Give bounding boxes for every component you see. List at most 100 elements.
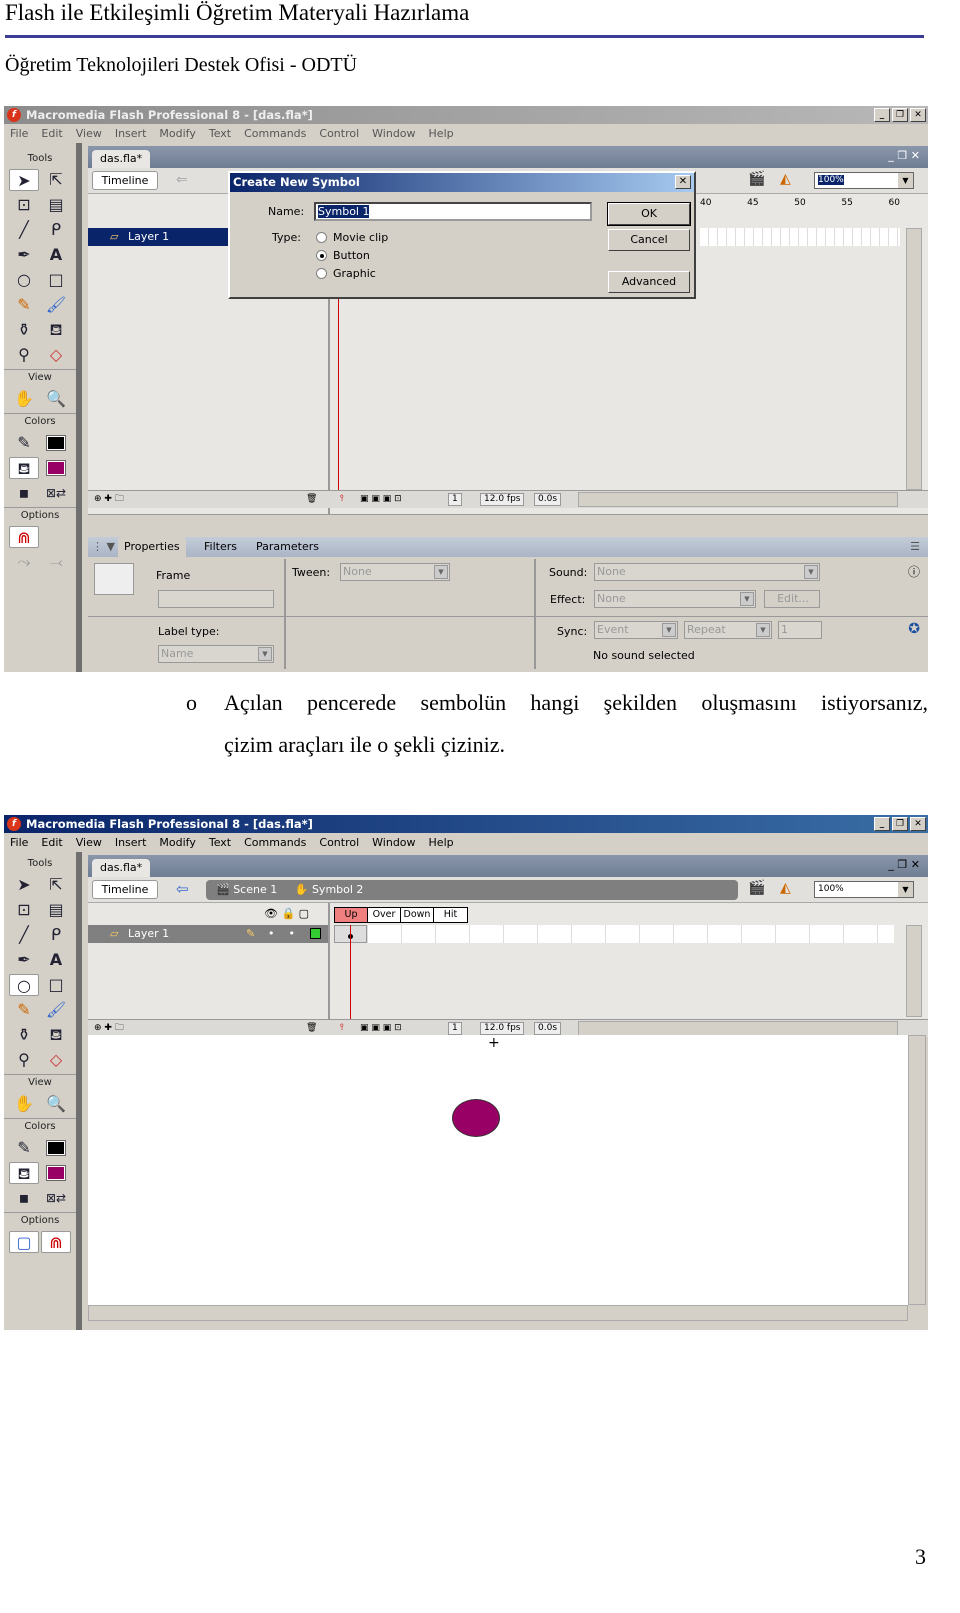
menu-modify[interactable]: Modify (159, 124, 195, 143)
menu-modify[interactable]: Modify (159, 833, 195, 852)
label-type-select[interactable]: Name ▼ (158, 645, 274, 663)
default-colors-icon[interactable]: ◼ (9, 1187, 39, 1209)
eraser-icon[interactable]: ◇ (41, 344, 71, 366)
free-transform-icon[interactable]: ⊡ (9, 194, 39, 216)
stroke-color-swatch[interactable] (41, 432, 71, 454)
edit-scene-icon[interactable]: 🎬 (748, 171, 765, 187)
lasso-tool-icon[interactable]: ᑭ (41, 219, 71, 241)
menu-text[interactable]: Text (209, 124, 231, 143)
hand-tool-icon[interactable]: ✋ (9, 388, 39, 410)
menu-commands[interactable]: Commands (244, 833, 306, 852)
breadcrumb-symbol[interactable]: Symbol 2 (312, 883, 363, 896)
timeline-vscrollbar[interactable] (906, 228, 922, 490)
accessibility-icon[interactable]: ✪ (908, 621, 920, 637)
gradient-transform-icon[interactable]: ▤ (41, 194, 71, 216)
menu-help[interactable]: Help (429, 124, 454, 143)
selection-tool-icon[interactable]: ➤ (9, 874, 39, 896)
repeat-count-input[interactable]: 1 (778, 621, 822, 639)
paint-bucket-icon[interactable]: ⛾ (41, 319, 71, 341)
pencil-tool-icon[interactable]: ✎ (9, 294, 39, 316)
menu-text[interactable]: Text (209, 833, 231, 852)
edit-button[interactable]: Edit... (764, 590, 820, 608)
minimize-button[interactable]: _ (874, 108, 890, 122)
layer-row[interactable]: ▱ Layer 1 ✎ • • (88, 925, 328, 943)
menu-edit[interactable]: Edit (41, 124, 62, 143)
center-frame-icon[interactable]: ⫯ (340, 491, 344, 508)
default-colors-icon[interactable]: ◼ (9, 482, 39, 504)
ink-bottle-icon[interactable]: ⚱ (9, 1024, 39, 1046)
free-transform-icon[interactable]: ⊡ (9, 899, 39, 921)
edit-symbols-icon[interactable]: ◭ (780, 171, 791, 187)
repeat-select[interactable]: Repeat ▼ (684, 621, 772, 639)
eyedropper-icon[interactable]: ⚲ (9, 344, 39, 366)
stage[interactable]: + (88, 1035, 908, 1305)
edit-symbols-icon[interactable]: ◭ (780, 880, 791, 896)
pen-tool-icon[interactable]: ✒ (9, 244, 39, 266)
edit-scene-icon[interactable]: 🎬 (748, 880, 765, 896)
snap-magnet-icon[interactable]: ⋒ (41, 1231, 71, 1253)
timeline-vscrollbar[interactable] (906, 925, 922, 1017)
menu-insert[interactable]: Insert (115, 124, 147, 143)
frame-label-input[interactable] (158, 590, 274, 608)
minimize-button[interactable]: _ (874, 817, 890, 831)
menu-view[interactable]: View (76, 833, 102, 852)
dialog-close-button[interactable]: ✕ (675, 175, 691, 189)
stage-hscroll[interactable] (88, 514, 928, 532)
menu-help[interactable]: Help (429, 833, 454, 852)
advanced-button[interactable]: Advanced (608, 271, 690, 293)
text-tool-icon[interactable]: A (41, 244, 71, 266)
timeline-hscrollbar[interactable] (578, 1021, 898, 1036)
eyedropper-icon[interactable]: ⚲ (9, 1049, 39, 1071)
hand-tool-icon[interactable]: ✋ (9, 1093, 39, 1115)
effect-select[interactable]: None ▼ (594, 590, 756, 608)
oval-tool-icon[interactable]: ○ (9, 974, 39, 996)
document-tab[interactable]: das.fla* (92, 150, 151, 168)
zoom-tool-icon[interactable]: 🔍 (41, 1093, 71, 1115)
help-icon[interactable]: ⓘ (908, 563, 920, 580)
rectangle-tool-icon[interactable]: □ (41, 974, 71, 996)
tab-properties[interactable]: Properties (118, 537, 186, 557)
ok-button[interactable]: OK (607, 202, 691, 226)
menu-insert[interactable]: Insert (115, 833, 147, 852)
menu-window[interactable]: Window (372, 833, 415, 852)
gradient-transform-icon[interactable]: ▤ (41, 899, 71, 921)
tab-parameters[interactable]: Parameters (256, 537, 319, 557)
subselection-tool-icon[interactable]: ⇱ (41, 169, 71, 191)
layer-visibility-lock-outline-icons[interactable]: 👁 🔒 ▢ (264, 907, 309, 920)
stage-hscrollbar[interactable] (88, 1305, 908, 1321)
radio-graphic[interactable]: Graphic (316, 267, 376, 280)
layer-color-swatch[interactable] (310, 928, 321, 939)
oval-tool-icon[interactable]: ○ (9, 269, 39, 291)
stage-vscrollbar[interactable] (908, 1035, 926, 1305)
close-button[interactable]: ✕ (910, 108, 926, 122)
zoom-select[interactable]: 100% ▼ (814, 172, 914, 189)
menu-file[interactable]: File (10, 124, 28, 143)
line-tool-icon[interactable]: ╱ (9, 219, 39, 241)
add-layer-icon[interactable]: ⊕ ✚ 🗀 (94, 491, 124, 508)
fill-color-swatch[interactable] (41, 457, 71, 479)
state-up[interactable]: Up (335, 908, 368, 922)
tab-filters[interactable]: Filters (204, 537, 237, 557)
zoom-tool-icon[interactable]: 🔍 (41, 388, 71, 410)
state-hit[interactable]: Hit (434, 908, 467, 922)
doc-window-controls[interactable]: _ ❐ ✕ (888, 858, 920, 871)
brush-tool-icon[interactable]: 🖌 (41, 294, 71, 316)
state-over[interactable]: Over (368, 908, 401, 922)
frame-cells[interactable] (334, 925, 894, 943)
document-tab[interactable]: das.fla* (92, 859, 151, 877)
timeline-button[interactable]: Timeline (92, 880, 158, 899)
restore-button[interactable]: ❐ (892, 817, 908, 831)
sound-select[interactable]: None ▼ (594, 563, 820, 581)
back-arrow-icon[interactable]: ⇐ (176, 172, 188, 188)
rectangle-tool-icon[interactable]: □ (41, 269, 71, 291)
menu-view[interactable]: View (76, 124, 102, 143)
paint-bucket-icon[interactable]: ⛾ (41, 1024, 71, 1046)
menu-commands[interactable]: Commands (244, 124, 306, 143)
radio-button[interactable]: Button (316, 249, 370, 262)
line-tool-icon[interactable]: ╱ (9, 924, 39, 946)
radio-movie-clip[interactable]: Movie clip (316, 231, 388, 244)
breadcrumb-scene[interactable]: Scene 1 (233, 883, 277, 896)
menu-control[interactable]: Control (319, 124, 359, 143)
panel-menu-icon[interactable]: ☰ (910, 537, 920, 557)
state-down[interactable]: Down (401, 908, 434, 922)
